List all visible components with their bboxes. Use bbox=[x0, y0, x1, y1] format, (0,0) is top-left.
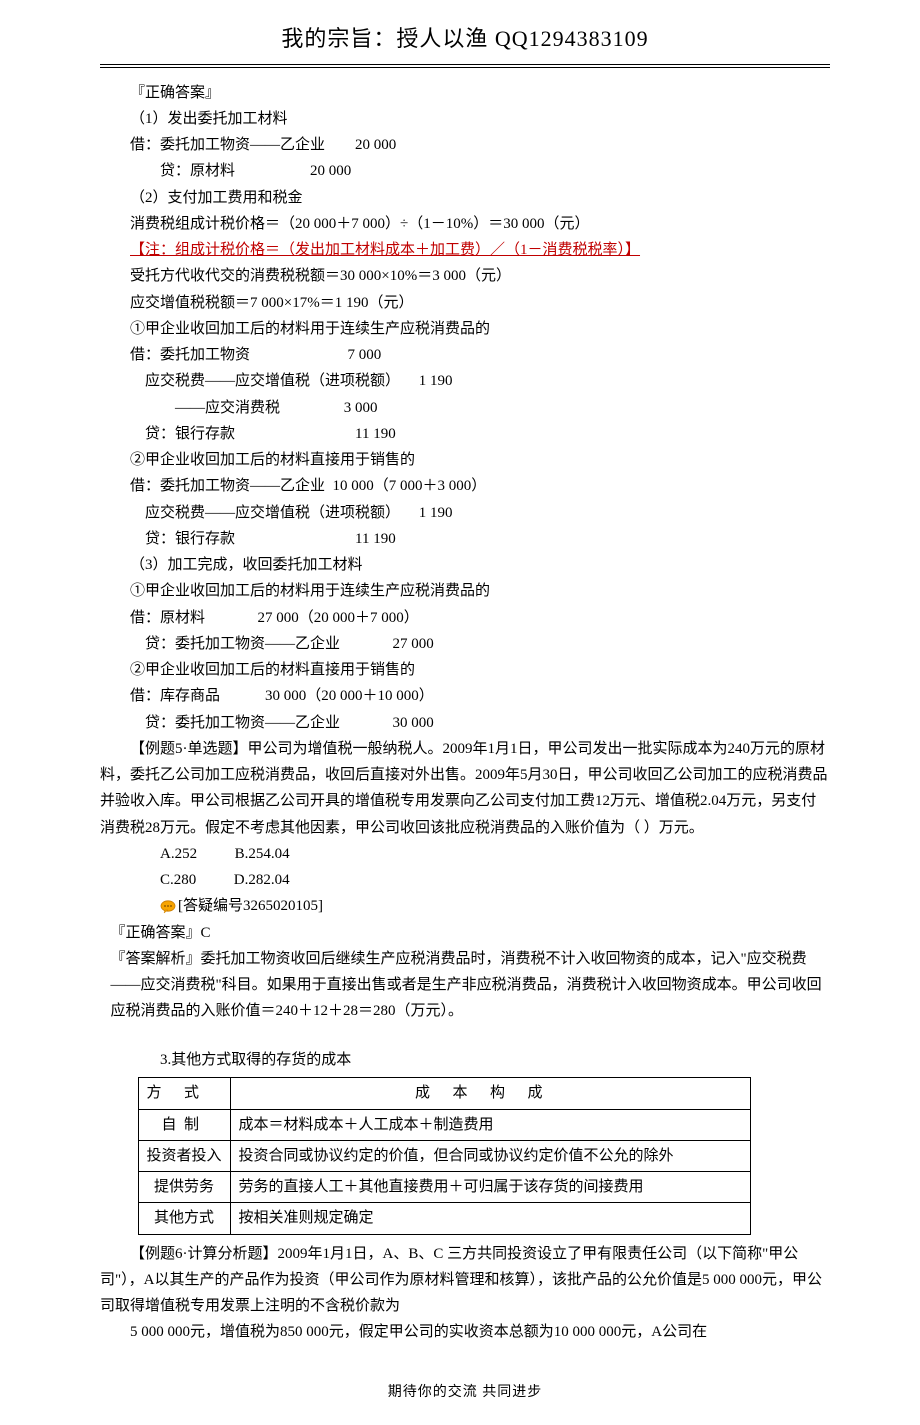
answer-label: 『正确答案』 bbox=[100, 80, 830, 106]
cell-method: 提供劳务 bbox=[138, 1172, 230, 1203]
cell-content: 劳务的直接人工＋其他直接费用＋可归属于该存货的间接费用 bbox=[230, 1172, 750, 1203]
table-row: 提供劳务 劳务的直接人工＋其他直接费用＋可归属于该存货的间接费用 bbox=[138, 1172, 750, 1203]
option-row-1: A.252 B.254.04 bbox=[100, 841, 830, 867]
col-method-header: 方式 bbox=[138, 1078, 230, 1109]
table-header-row: 方式 成本构成 bbox=[138, 1078, 750, 1109]
cell-method: 自制 bbox=[138, 1109, 230, 1140]
page-footer: 期待你的交流 共同进步 bbox=[100, 1381, 830, 1406]
case-3a-title: ①甲企业收回加工后的材料用于连续生产应税消费品的 bbox=[100, 578, 830, 604]
entry-line: ——应交消费税 3 000 bbox=[100, 395, 830, 421]
option-d: D.282.04 bbox=[234, 872, 290, 888]
question-6-p2: 5 000 000元，增值税为850 000元，假定甲公司的实收资本总额为10 … bbox=[100, 1319, 830, 1345]
question-6-p1: 【例题6·计算分析题】2009年1月1日，A、B、C 三方共同投资设立了甲有限责… bbox=[100, 1241, 830, 1320]
step-2-title: （2）支付加工费用和税金 bbox=[100, 185, 830, 211]
case-1a-title: ①甲企业收回加工后的材料用于连续生产应税消费品的 bbox=[100, 316, 830, 342]
col-content-header: 成本构成 bbox=[230, 1078, 750, 1109]
cost-composition-table: 方式 成本构成 自制 成本＝材料成本＋人工成本＋制造费用 投资者投入 投资合同或… bbox=[138, 1077, 751, 1234]
entry-line: 借：委托加工物资——乙企业 10 000（7 000＋3 000） bbox=[100, 473, 830, 499]
entry-line: 借：委托加工物资 7 000 bbox=[100, 342, 830, 368]
entry-line: 应交税费——应交增值税（进项税额） 1 190 bbox=[100, 368, 830, 394]
step-3-title: （3）加工完成，收回委托加工材料 bbox=[100, 552, 830, 578]
answer-code: [答疑编号3265020105] bbox=[178, 898, 323, 914]
option-row-2: C.280 D.282.04 bbox=[100, 867, 830, 893]
header-rule bbox=[100, 64, 830, 68]
cell-content: 成本＝材料成本＋人工成本＋制造费用 bbox=[230, 1109, 750, 1140]
entry-line: 贷：银行存款 11 190 bbox=[100, 526, 830, 552]
question-5-text: 【例题5·单选题】甲公司为增值税一般纳税人。2009年1月1日，甲公司发出一批实… bbox=[100, 736, 830, 841]
calc-tax-price: 消费税组成计税价格＝（20 000＋7 000）÷（1－10%）＝30 000（… bbox=[100, 211, 830, 237]
table-row: 其他方式 按相关准则规定确定 bbox=[138, 1203, 750, 1234]
cell-content: 投资合同或协议约定的价值，但合同或协议约定价值不公允的除外 bbox=[230, 1140, 750, 1171]
entry-line: 借：原材料 27 000（20 000＋7 000） bbox=[100, 605, 830, 631]
formula-note: 【注：组成计税价格＝（发出加工材料成本＋加工费）／（1－消费税税率）】 bbox=[100, 237, 830, 263]
answer-code-row: [答疑编号3265020105] bbox=[100, 893, 830, 919]
entry-line: 贷：委托加工物资——乙企业 27 000 bbox=[100, 631, 830, 657]
cell-method: 投资者投入 bbox=[138, 1140, 230, 1171]
correct-answer-line: 『正确答案』C bbox=[100, 920, 830, 946]
option-a: A.252 bbox=[160, 846, 197, 862]
chat-bubble-icon bbox=[160, 900, 176, 914]
calc-consume-tax: 受托方代收代交的消费税税额＝30 000×10%＝3 000（元） bbox=[100, 263, 830, 289]
spacer bbox=[100, 1025, 830, 1048]
option-c: C.280 bbox=[160, 872, 196, 888]
section-3-title: 3.其他方式取得的存货的成本 bbox=[100, 1047, 830, 1073]
page-header-motto: 我的宗旨：授人以渔 QQ1294383109 bbox=[100, 20, 830, 59]
entry-credit: 贷：原材料 20 000 bbox=[100, 158, 830, 184]
cell-method: 其他方式 bbox=[138, 1203, 230, 1234]
entry-debit: 借：委托加工物资——乙企业 20 000 bbox=[100, 132, 830, 158]
case-3b-title: ②甲企业收回加工后的材料直接用于销售的 bbox=[100, 657, 830, 683]
case-1b-title: ②甲企业收回加工后的材料直接用于销售的 bbox=[100, 447, 830, 473]
entry-line: 贷：银行存款 11 190 bbox=[100, 421, 830, 447]
entry-line: 贷：委托加工物资——乙企业 30 000 bbox=[100, 710, 830, 736]
option-b: B.254.04 bbox=[235, 846, 290, 862]
entry-line: 借：库存商品 30 000（20 000＋10 000） bbox=[100, 683, 830, 709]
table-row: 投资者投入 投资合同或协议约定的价值，但合同或协议约定价值不公允的除外 bbox=[138, 1140, 750, 1171]
table-row: 自制 成本＝材料成本＋人工成本＋制造费用 bbox=[138, 1109, 750, 1140]
entry-line: 应交税费——应交增值税（进项税额） 1 190 bbox=[100, 500, 830, 526]
cell-content: 按相关准则规定确定 bbox=[230, 1203, 750, 1234]
calc-vat: 应交增值税税额＝7 000×17%＝1 190（元） bbox=[100, 290, 830, 316]
answer-explanation: 『答案解析』委托加工物资收回后继续生产应税消费品时，消费税不计入收回物资的成本，… bbox=[100, 946, 830, 1025]
step-1-title: （1）发出委托加工材料 bbox=[100, 106, 830, 132]
